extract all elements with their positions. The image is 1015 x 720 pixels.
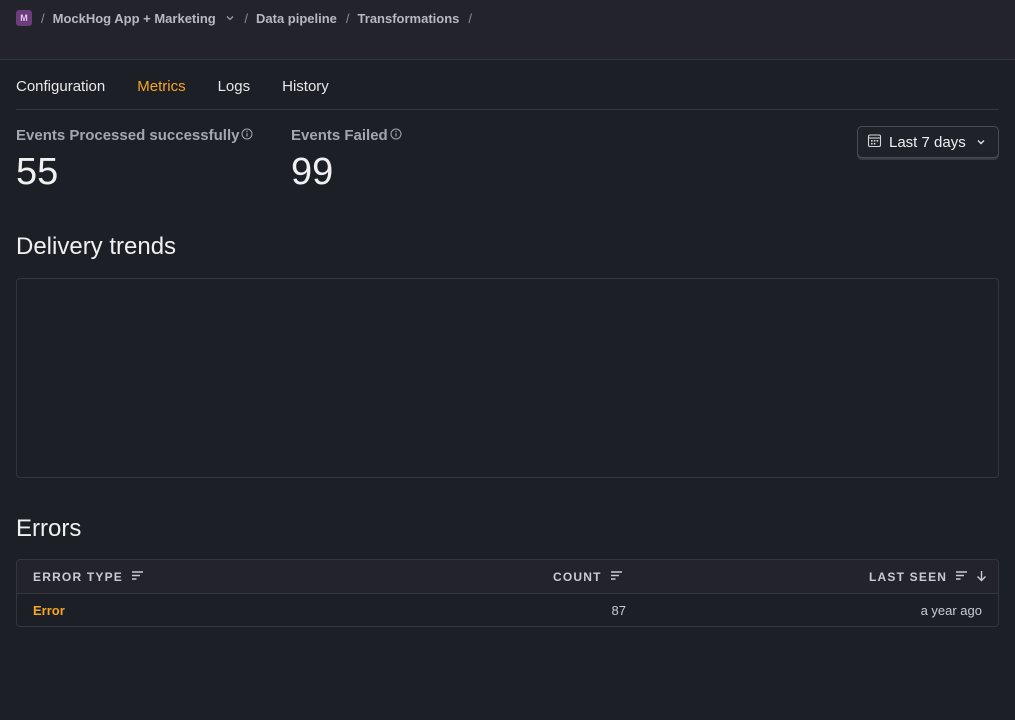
- stat-failed-label: Events Failed: [291, 127, 388, 144]
- project-avatar[interactable]: M: [16, 10, 32, 26]
- column-count[interactable]: COUNT: [553, 560, 623, 594]
- stat-processed-value: 55: [16, 151, 59, 193]
- error-type-link[interactable]: Error: [33, 594, 65, 626]
- breadcrumb-project[interactable]: MockHog App + Marketing: [53, 11, 236, 26]
- column-error-type-label: ERROR TYPE: [33, 570, 124, 584]
- breadcrumb-separator: /: [468, 10, 473, 26]
- error-last-seen: a year ago: [920, 603, 982, 618]
- column-last-seen[interactable]: LAST SEEN: [869, 560, 987, 594]
- column-count-label: COUNT: [553, 570, 602, 584]
- error-count: 87: [611, 603, 626, 618]
- sort-icon: [610, 570, 623, 584]
- arrow-down-icon: [976, 570, 987, 585]
- chevron-down-icon: [225, 13, 235, 23]
- delivery-trends-title: Delivery trends: [16, 233, 177, 260]
- breadcrumb-data-pipeline[interactable]: Data pipeline: [256, 11, 337, 26]
- tab-configuration[interactable]: Configuration: [16, 78, 105, 95]
- column-last-seen-label: LAST SEEN: [869, 570, 948, 584]
- tab-bar: Configuration Metrics Logs History: [16, 64, 999, 110]
- calendar-icon: [867, 133, 882, 152]
- errors-title: Errors: [16, 515, 82, 542]
- tab-metrics[interactable]: Metrics: [137, 78, 185, 95]
- sort-icon: [131, 570, 144, 584]
- info-icon[interactable]: [241, 127, 253, 144]
- breadcrumb-separator: /: [41, 10, 45, 26]
- date-range-select[interactable]: Last 7 days: [857, 126, 999, 158]
- stat-failed: Events Failed 99: [291, 127, 402, 192]
- stat-processed: Events Processed successfully 55: [16, 127, 253, 192]
- top-bar: M / MockHog App + Marketing / Data pipel…: [0, 0, 1015, 60]
- date-range-label: Last 7 days: [889, 133, 966, 151]
- breadcrumb-separator: /: [244, 10, 248, 26]
- breadcrumb-transformations[interactable]: Transformations: [358, 11, 460, 26]
- table-header: ERROR TYPE COUNT LAST SEEN: [17, 560, 998, 594]
- stat-failed-value: 99: [291, 151, 334, 193]
- tab-history[interactable]: History: [282, 78, 329, 95]
- sort-icon: [955, 570, 968, 584]
- chevron-down-icon: [976, 134, 986, 151]
- breadcrumb-project-label: MockHog App + Marketing: [52, 10, 216, 26]
- breadcrumb-separator: /: [345, 10, 350, 26]
- tab-logs[interactable]: Logs: [218, 78, 251, 95]
- column-error-type[interactable]: ERROR TYPE: [33, 560, 144, 594]
- delivery-trends-chart: [16, 278, 999, 478]
- table-row[interactable]: Error 87 a year ago: [17, 594, 998, 626]
- errors-table: ERROR TYPE COUNT LAST SEEN Error 87 a ye…: [16, 559, 999, 627]
- info-icon[interactable]: [390, 127, 402, 144]
- stat-processed-label: Events Processed successfully: [16, 127, 240, 144]
- breadcrumb: M / MockHog App + Marketing / Data pipel…: [16, 9, 480, 27]
